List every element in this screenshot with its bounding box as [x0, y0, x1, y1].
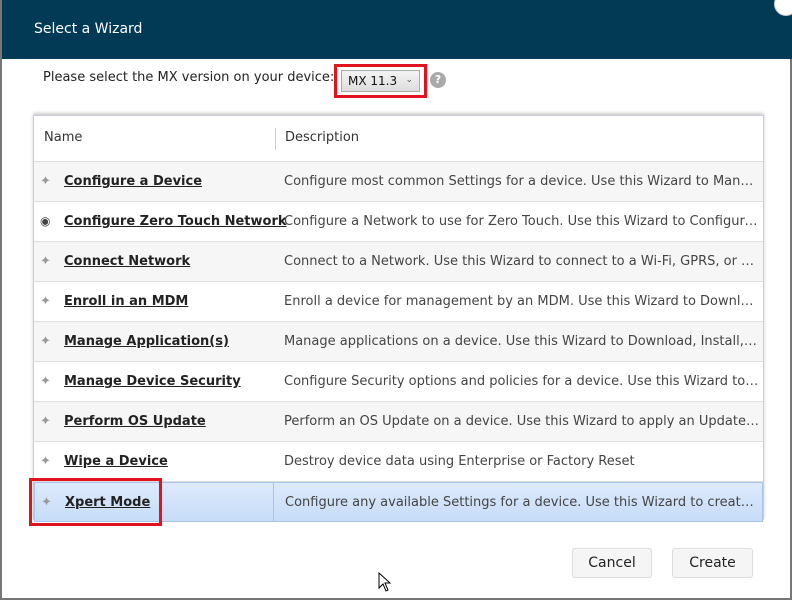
wizard-name-link[interactable]: Manage Device Security: [64, 374, 241, 389]
magic-wand-icon: ✦: [40, 374, 51, 389]
table-header: Name Description: [34, 116, 763, 162]
wizard-description: Enroll a device for management by an MDM…: [284, 294, 759, 309]
mx-version-select[interactable]: MX 11.3 ⌄: [341, 70, 420, 92]
magic-wand-icon: ✦: [40, 254, 51, 269]
wizard-name-link[interactable]: Configure Zero Touch Network: [64, 214, 287, 229]
wizard-name-link[interactable]: Connect Network: [64, 254, 190, 269]
magic-wand-icon: ✦: [40, 414, 51, 429]
table-row[interactable]: ✦ Wipe a Device Destroy device data using …: [34, 442, 763, 482]
wizard-name-link[interactable]: Enroll in an MDM: [64, 294, 188, 309]
table-row[interactable]: ✦ Configure a Device Configure most common…: [34, 162, 763, 202]
mx-highlight-box: MX 11.3 ⌄: [334, 64, 427, 98]
create-button[interactable]: Create: [672, 548, 753, 578]
wizard-description: Configure any available Settings for a d…: [285, 495, 760, 510]
wizard-description: Configure Security options and policies …: [284, 374, 759, 389]
magic-wand-icon: ✦: [40, 294, 51, 309]
magic-wand-icon: ✦: [40, 334, 51, 349]
table-row[interactable]: ✦ Perform OS Update Perform an OS Update o…: [34, 402, 763, 442]
wizard-description: Manage applications on a device. Use thi…: [284, 334, 759, 349]
table-row[interactable]: ◉ Configure Zero Touch Network Configure a…: [34, 202, 763, 242]
column-header-description[interactable]: Description: [285, 130, 359, 145]
column-divider[interactable]: [275, 128, 276, 150]
mx-version-value: MX 11.3: [348, 74, 398, 88]
wizard-table: Name Description ✦ Configure a Device Conf…: [33, 115, 764, 522]
help-icon[interactable]: ?: [430, 72, 446, 88]
mouse-cursor-icon: [378, 572, 392, 592]
magic-wand-icon: ✦: [40, 174, 51, 189]
cancel-button[interactable]: Cancel: [572, 548, 652, 578]
wizard-name-link[interactable]: Wipe a Device: [64, 454, 168, 469]
dialog-titlebar: Select a Wizard: [2, 0, 792, 59]
wizard-description: Connect to a Network. Use this Wizard to…: [284, 254, 759, 269]
mx-version-label: Please select the MX version on your dev…: [43, 70, 335, 85]
dialog-title: Select a Wizard: [34, 21, 143, 37]
chevron-down-icon: ⌄: [405, 75, 413, 85]
column-header-name[interactable]: Name: [44, 130, 82, 145]
wizard-description: Configure most common Settings for a dev…: [284, 174, 759, 189]
xpert-highlight-box: [29, 478, 162, 526]
wizard-description: Perform an OS Update on a device. Use th…: [284, 414, 759, 429]
table-row[interactable]: ✦ Enroll in an MDM Enroll a device for man…: [34, 282, 763, 322]
table-row[interactable]: ✦ Manage Application(s) Manage application…: [34, 322, 763, 362]
wizard-name-link[interactable]: Manage Application(s): [64, 334, 229, 349]
table-row[interactable]: ✦ Manage Device Security Configure Securit…: [34, 362, 763, 402]
wizard-name-link[interactable]: Perform OS Update: [64, 414, 206, 429]
table-row[interactable]: ✦ Connect Network Connect to a Network. Us…: [34, 242, 763, 282]
android-icon: ◉: [40, 214, 51, 228]
wizard-description: Destroy device data using Enterprise or …: [284, 454, 635, 469]
wizard-description: Configure a Network to use for Zero Touc…: [284, 214, 759, 229]
magic-wand-icon: ✦: [40, 454, 51, 469]
wizard-name-link[interactable]: Configure a Device: [64, 174, 202, 189]
